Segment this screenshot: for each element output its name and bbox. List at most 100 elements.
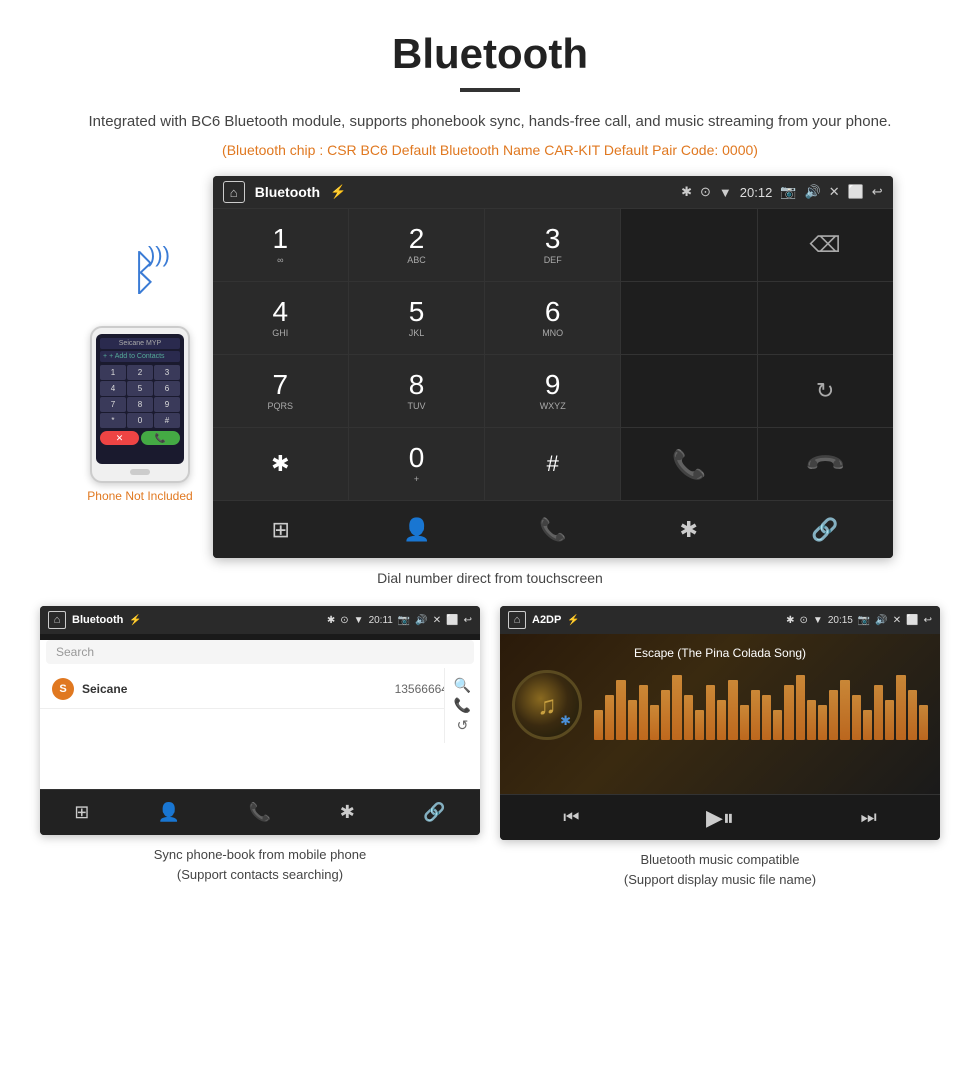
music-cam-icon[interactable]: 📷 <box>858 615 870 626</box>
phone-not-included-label: Phone Not Included <box>87 489 192 503</box>
phone-key-2[interactable]: 2 <box>127 365 153 380</box>
pb-loc-icon: ⊙ <box>340 615 348 626</box>
home-button[interactable]: ⌂ <box>223 181 245 203</box>
pb-tb-bluetooth[interactable]: ✱ <box>340 802 355 823</box>
music-play-pause-button[interactable]: ▶⏸ <box>706 805 734 831</box>
signal-icon: ▼ <box>719 185 732 200</box>
music-prev-button[interactable]: ⏮ <box>563 807 579 828</box>
pb-call-icon[interactable]: 📞 <box>454 697 471 714</box>
waveform-bar <box>616 680 625 740</box>
phone-key-hash[interactable]: # <box>154 413 180 428</box>
pb-refresh-icon[interactable]: ↺ <box>457 717 469 734</box>
dial-key-redial[interactable]: ↻ <box>758 355 893 427</box>
dial-key-star[interactable]: ✱ <box>213 428 348 500</box>
phone-key-7[interactable]: 7 <box>100 397 126 412</box>
dial-key-hash[interactable]: # <box>485 428 620 500</box>
pb-toolbar: ⊞ 👤 📞 ✱ 🔗 <box>40 789 480 835</box>
toolbar-contacts-button[interactable]: 👤 <box>387 501 447 558</box>
phone-mock-screen: Seicane MYP + + Add to Contacts 1 2 3 4 … <box>96 334 184 464</box>
page-title: Bluetooth <box>0 0 980 88</box>
pb-time: 20:11 <box>369 615 393 626</box>
dial-key-call-red[interactable]: 📞 <box>758 428 893 500</box>
dial-key-5[interactable]: 5 JKL <box>349 282 484 354</box>
music-close-icon[interactable]: ✕ <box>893 615 901 626</box>
music-song-title: Escape (The Pina Colada Song) <box>634 646 806 660</box>
bt-status-icon: ✱ <box>681 184 692 200</box>
car-status-bar: ⌂ Bluetooth ⚡ ✱ ⊙ ▼ 20:12 📷 🔊 ✕ ⬜ ↩ <box>213 176 893 208</box>
pb-cam-icon[interactable]: 📷 <box>398 615 410 626</box>
waveform-bar <box>661 690 670 740</box>
music-sig-icon: ▼ <box>813 615 823 626</box>
phone-key-6[interactable]: 6 <box>154 381 180 396</box>
dial-key-call-green[interactable]: 📞 <box>621 428 756 500</box>
phone-mock-end-call[interactable]: ✕ <box>100 431 139 445</box>
waveform-bar <box>863 710 872 740</box>
close-icon[interactable]: ✕ <box>829 184 840 200</box>
dial-key-7[interactable]: 7 PQRS <box>213 355 348 427</box>
pb-win-icon[interactable]: ⬜ <box>446 615 458 626</box>
pb-tb-dialpad[interactable]: ⊞ <box>74 802 89 823</box>
window-icon[interactable]: ⬜ <box>848 184 864 200</box>
pb-search-icon[interactable]: 🔍 <box>454 677 471 694</box>
phone-mock-home-button[interactable] <box>130 469 150 475</box>
waveform-bar <box>728 680 737 740</box>
phone-key-9[interactable]: 9 <box>154 397 180 412</box>
dial-key-9[interactable]: 9 WXYZ <box>485 355 620 427</box>
dial-key-backspace[interactable]: ⌫ <box>758 209 893 281</box>
waveform-bar <box>695 710 704 740</box>
dial-key-0[interactable]: 0 + <box>349 428 484 500</box>
music-album-art: ♫ ✱ <box>512 670 582 740</box>
pb-tb-calls[interactable]: 📞 <box>249 802 271 823</box>
waveform-bar <box>908 690 917 740</box>
main-screen-area: ᛒ ))) Seicane MYP + + Add to Contacts 1 … <box>0 176 980 558</box>
waveform-bar <box>885 700 894 740</box>
music-vol-icon[interactable]: 🔊 <box>875 615 887 626</box>
dial-key-1[interactable]: 1 ∞ <box>213 209 348 281</box>
pb-search-bar[interactable]: Search <box>46 640 474 664</box>
phonebook-screenshot: ⌂ Bluetooth ⚡ ✱ ⊙ ▼ 20:11 📷 🔊 ✕ ⬜ ↩ <box>40 606 480 889</box>
dial-key-6[interactable]: 6 MNO <box>485 282 620 354</box>
back-icon[interactable]: ↩ <box>872 184 883 200</box>
toolbar-calls-button[interactable]: 📞 <box>523 501 583 558</box>
pb-contact-seicane[interactable]: S Seicane 13566664466 <box>40 670 480 709</box>
pb-vol-icon[interactable]: 🔊 <box>415 615 427 626</box>
dial-key-3[interactable]: 3 DEF <box>485 209 620 281</box>
music-win-icon[interactable]: ⬜ <box>906 615 918 626</box>
pb-back-icon[interactable]: ↩ <box>464 615 472 626</box>
toolbar-dialpad-button[interactable]: ⊞ <box>251 501 311 558</box>
camera-icon[interactable]: 📷 <box>780 184 796 200</box>
waveform-bar <box>650 705 659 740</box>
pb-close-icon[interactable]: ✕ <box>433 615 441 626</box>
volume-icon[interactable]: 🔊 <box>805 184 821 200</box>
phone-key-star[interactable]: * <box>100 413 126 428</box>
music-next-button[interactable]: ⏭ <box>860 807 876 828</box>
phone-mock-dialpad: 1 2 3 4 5 6 7 8 9 * 0 # <box>100 365 180 428</box>
phone-mock-call[interactable]: 📞 <box>141 431 180 445</box>
phone-key-3[interactable]: 3 <box>154 365 180 380</box>
waveform-bar <box>684 695 693 740</box>
pb-tb-link[interactable]: 🔗 <box>423 802 445 823</box>
dial-key-4[interactable]: 4 GHI <box>213 282 348 354</box>
dial-caption: Dial number direct from touchscreen <box>0 570 980 586</box>
music-home-btn[interactable]: ⌂ <box>508 611 526 629</box>
toolbar-link-button[interactable]: 🔗 <box>795 501 855 558</box>
phone-key-4[interactable]: 4 <box>100 381 126 396</box>
music-waveform <box>594 670 928 740</box>
music-back-icon[interactable]: ↩ <box>924 615 932 626</box>
phone-key-5[interactable]: 5 <box>127 381 153 396</box>
waveform-bar <box>784 685 793 740</box>
toolbar-bluetooth-button[interactable]: ✱ <box>659 501 719 558</box>
dialpad-grid: 1 ∞ 2 ABC 3 DEF ⌫ 4 GHI <box>213 208 893 500</box>
phone-key-1[interactable]: 1 <box>100 365 126 380</box>
dial-key-empty-3 <box>758 282 893 354</box>
phone-key-0[interactable]: 0 <box>127 413 153 428</box>
waveform-bar <box>818 705 827 740</box>
dial-key-2[interactable]: 2 ABC <box>349 209 484 281</box>
pb-tb-contacts[interactable]: 👤 <box>158 802 180 823</box>
music-status-bar: ⌂ A2DP ⚡ ✱ ⊙ ▼ 20:15 📷 🔊 ✕ ⬜ ↩ <box>500 606 940 634</box>
waveform-bar <box>717 700 726 740</box>
bottom-screenshots: ⌂ Bluetooth ⚡ ✱ ⊙ ▼ 20:11 📷 🔊 ✕ ⬜ ↩ <box>0 606 980 889</box>
pb-home-btn[interactable]: ⌂ <box>48 611 66 629</box>
dial-key-8[interactable]: 8 TUV <box>349 355 484 427</box>
phone-key-8[interactable]: 8 <box>127 397 153 412</box>
